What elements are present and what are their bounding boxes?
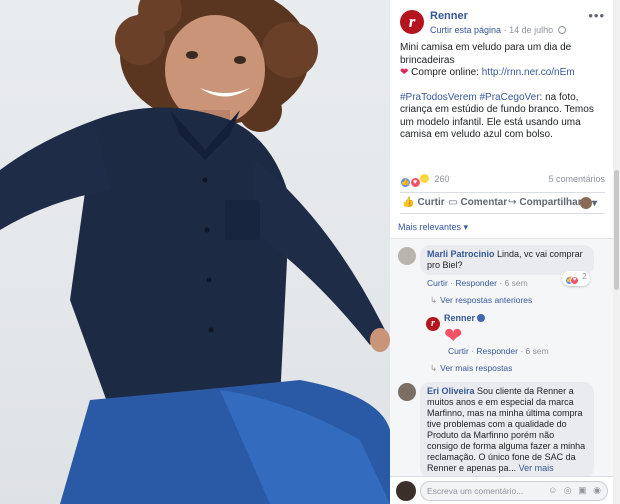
comment-reactions[interactable]: 👍♥ 2 — [562, 271, 590, 286]
globe-icon — [557, 26, 566, 34]
reply-reply-link[interactable]: Responder — [476, 346, 518, 356]
react-as-selector[interactable]: ▾ — [580, 197, 597, 209]
renner-logo[interactable]: r — [400, 10, 424, 34]
post-text: Mini camisa em veludo para um dia de bri… — [400, 42, 605, 154]
user-avatar-small — [580, 197, 592, 209]
post-meta: Curtir esta página · 14 de julho — [430, 25, 566, 35]
reaction-count: 260 — [434, 174, 450, 184]
comment-bubble: Eri Oliveira Sou cliente da Renner a mui… — [420, 382, 594, 478]
reply-like-link[interactable]: Curtir — [448, 346, 469, 356]
share-button[interactable]: ↪ Compartilhar — [508, 197, 582, 208]
panel-scrollbar[interactable] — [613, 0, 620, 504]
post-options-button[interactable]: ••• — [588, 8, 605, 23]
comment-filter-dropdown[interactable]: Mais relevantes ▾ — [398, 222, 468, 233]
page-name-link[interactable]: Renner — [430, 10, 468, 22]
follow-page-link[interactable]: Curtir esta página — [430, 25, 501, 35]
comment-like-link[interactable]: Curtir — [427, 278, 448, 288]
comment-icon: ▭ — [448, 197, 458, 208]
comment-input[interactable]: Escreva um comentário... ☺ ◎ ▣ ◉ — [420, 481, 608, 501]
comment-text: Sou cliente da Renner a muitos anos e em… — [427, 386, 586, 473]
previous-replies-link[interactable]: ↳ Ver respostas anteriores — [430, 295, 532, 306]
like-button[interactable]: 👍 Curtir — [402, 197, 445, 208]
comments-list: Marli Patrocinio Linda, vc vai comprar p… — [390, 238, 613, 478]
avatar-marli[interactable] — [398, 247, 416, 265]
user-avatar[interactable] — [396, 481, 416, 501]
like-icon: 👍 — [402, 197, 415, 208]
reply-arrow-icon: ↳ — [430, 363, 438, 373]
comment-time[interactable]: 6 sem — [505, 278, 528, 288]
child-photo-illustration — [0, 0, 390, 504]
comments-count-link[interactable]: 5 comentários — [548, 174, 605, 184]
comment-attachment-icons[interactable]: ☺ ◎ ▣ ◉ — [548, 485, 603, 496]
post-caption: Mini camisa em veludo para um dia de bri… — [400, 42, 572, 66]
write-comment-bar: Escreva um comentário... ☺ ◎ ▣ ◉ — [390, 476, 613, 504]
reply-arrow-icon: ↳ — [430, 295, 438, 305]
share-icon: ↪ — [508, 197, 517, 208]
post-header: r Renner Curtir esta página · 14 de julh… — [400, 8, 605, 38]
avatar-eri[interactable] — [398, 383, 416, 401]
reply-actions: Curtir · Responder · 6 sem — [448, 346, 549, 356]
more-replies-link[interactable]: ↳ Ver mais respostas — [430, 363, 512, 374]
comment-reply-link[interactable]: Responder — [455, 278, 497, 288]
reactions-summary[interactable]: 👍 ♥ 260 5 comentários — [400, 173, 605, 188]
comment-author[interactable]: Marli Patrocinio — [427, 249, 495, 259]
heart-icon: ❤ — [400, 67, 409, 78]
renner-reply-avatar[interactable]: r — [426, 317, 440, 331]
comment-actions: Curtir · Responder · 6 sem — [427, 278, 528, 288]
post-panel: r Renner Curtir esta página · 14 de julh… — [390, 0, 613, 504]
wow-reaction-icon — [419, 173, 431, 184]
post-date[interactable]: 14 de julho — [509, 25, 553, 35]
verified-icon — [477, 314, 486, 322]
reply-time[interactable]: 6 sem — [526, 346, 549, 356]
reply-author[interactable]: Renner — [444, 313, 486, 323]
product-link[interactable]: http://rnn.ner.co/nEm — [482, 67, 575, 78]
comment-author[interactable]: Eri Oliveira — [427, 386, 475, 396]
see-more-link[interactable]: Ver mais — [519, 463, 554, 473]
hashtags[interactable]: #PraTodosVerem #PraCegoVer — [400, 92, 540, 103]
heart-reply: ❤ — [444, 323, 463, 348]
scrollbar-thumb[interactable] — [614, 170, 619, 290]
buy-online-label: Compre online: — [411, 67, 479, 78]
comment-button[interactable]: ▭ Comentar — [448, 197, 507, 208]
post-photo[interactable] — [0, 0, 390, 504]
post-action-bar: 👍 Curtir ▭ Comentar ↪ Compartilhar ▾ — [400, 192, 605, 214]
